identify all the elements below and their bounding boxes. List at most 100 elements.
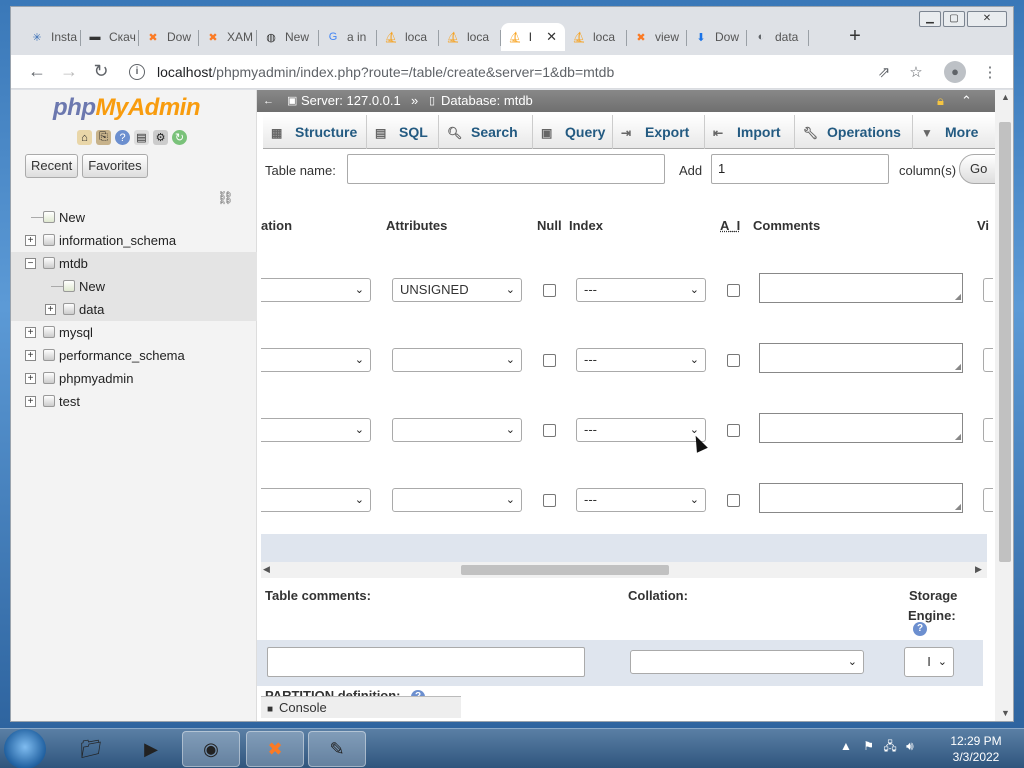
auto-increment-checkbox[interactable] [727, 354, 740, 367]
expand-icon[interactable]: + [25, 350, 36, 361]
auto-increment-checkbox[interactable] [727, 494, 740, 507]
go-button[interactable]: Go [959, 154, 999, 184]
explorer-taskbar-icon[interactable]: 📁︎ [62, 731, 120, 767]
lock-icon[interactable]: 🔒︎ [937, 90, 944, 112]
tab-6[interactable]: ⛵︎ loca [377, 23, 439, 51]
comments-textarea[interactable]: ◢ [759, 273, 963, 303]
notepad-taskbar-icon[interactable]: ✎ [308, 731, 366, 767]
null-checkbox[interactable] [543, 494, 556, 507]
vertical-scrollbar[interactable]: ▲ ▼ [995, 90, 1013, 721]
profile-avatar[interactable]: ● [944, 61, 966, 83]
attribute-select[interactable]: UNSIGNED ⌄ [392, 278, 522, 302]
null-checkbox[interactable] [543, 354, 556, 367]
flag-icon[interactable]: ⚑ [863, 739, 874, 753]
media-player-taskbar-icon[interactable]: ▶ [122, 731, 180, 767]
forward-icon[interactable]: → [57, 61, 81, 82]
xampp-taskbar-icon[interactable]: ✖ [246, 731, 304, 767]
storage-engine-select[interactable]: I ⌄ [904, 647, 954, 677]
favorites-button[interactable]: Favorites [82, 154, 148, 178]
null-checkbox[interactable] [543, 424, 556, 437]
expand-icon[interactable]: + [25, 235, 36, 246]
chrome-taskbar-icon[interactable]: ◉ [182, 731, 240, 767]
collation-select[interactable]: ⌄ [261, 348, 371, 372]
tab-3[interactable]: ✖ XAM [199, 23, 257, 51]
tab-12[interactable]: ◐ data [747, 23, 809, 51]
clock[interactable]: 12:29 PM 3/3/2022 [938, 733, 1014, 765]
tab-11[interactable]: ⬇ Dow [687, 23, 747, 51]
maximize-button[interactable]: ▢ [943, 11, 965, 27]
attribute-select[interactable]: ⌄ [392, 418, 522, 442]
tree-item-performance-schema[interactable]: + performance_schema [11, 344, 257, 367]
volume-icon[interactable]: 🔊︎ [906, 739, 914, 753]
refresh-icon[interactable]: ↻ [172, 130, 187, 145]
close-tab-icon[interactable]: ✕ [546, 29, 557, 45]
tree-item-mysql[interactable]: + mysql [11, 321, 257, 344]
expand-icon[interactable]: + [25, 396, 36, 407]
vertical-scroll-thumb[interactable] [999, 122, 1011, 562]
menu-dots-icon[interactable]: ⋮ [979, 63, 1001, 81]
tree-item-label[interactable]: New [79, 275, 105, 298]
attribute-select[interactable]: ⌄ [392, 348, 522, 372]
null-checkbox[interactable] [543, 284, 556, 297]
table-name-input[interactable] [347, 154, 665, 184]
tree-item-label[interactable]: data [79, 298, 104, 321]
tab-export[interactable]: ⇥ Export [613, 115, 705, 149]
comments-textarea[interactable]: ◢ [759, 343, 963, 373]
docs-icon[interactable]: ▤ [134, 130, 149, 145]
auto-increment-checkbox[interactable] [727, 424, 740, 437]
phpmyadmin-logo[interactable]: phpMyAdmin [53, 94, 200, 122]
index-select[interactable]: --- ⌄ [576, 418, 706, 442]
share-icon[interactable]: ⇗ [873, 63, 895, 81]
tab-structure[interactable]: ▦ Structure [263, 115, 367, 149]
bookmark-star-icon[interactable]: ☆ [905, 63, 927, 81]
tab-4[interactable]: ◍ New [257, 23, 319, 51]
back-icon[interactable]: ← [25, 61, 49, 82]
breadcrumb-database[interactable]: Database: mtdb [441, 90, 533, 112]
tab-more[interactable]: ▼ More [913, 115, 995, 149]
tab-2[interactable]: ✖ Dow [139, 23, 199, 51]
tab-7[interactable]: ⛵︎ loca [439, 23, 501, 51]
tree-item-label[interactable]: mysql [59, 321, 93, 344]
home-icon[interactable]: ⌂ [77, 130, 92, 145]
minimize-button[interactable]: ▁ [919, 11, 941, 27]
collation-select[interactable]: ⌄ [630, 650, 864, 674]
settings-gear-icon[interactable]: ⚙ [153, 130, 168, 145]
tab-9[interactable]: ⛵︎ loca [565, 23, 627, 51]
collapse-top-icon[interactable]: ⌃ [961, 90, 972, 112]
start-button[interactable] [4, 729, 46, 768]
collapse-arrow-icon[interactable]: ← [263, 90, 274, 112]
index-select[interactable]: --- ⌄ [576, 278, 706, 302]
virtuality-select[interactable] [983, 348, 993, 372]
expand-icon[interactable]: + [45, 304, 56, 315]
tree-item-new[interactable]: New [11, 275, 257, 298]
table-comments-input[interactable] [267, 647, 585, 677]
tab-8[interactable]: ⛵︎ l ✕ [501, 23, 565, 51]
comments-textarea[interactable]: ◢ [759, 483, 963, 513]
network-icon[interactable]: 🖧︎ [883, 739, 896, 753]
help-icon[interactable]: ? [115, 130, 130, 145]
tree-item-label[interactable]: mtdb [59, 252, 88, 275]
recent-button[interactable]: Recent [25, 154, 79, 178]
tree-item-label[interactable]: New [59, 206, 85, 229]
tree-item-test[interactable]: + test [11, 390, 257, 413]
tab-operations[interactable]: 🔧︎ Operations [795, 115, 913, 149]
tab-5[interactable]: Ga in [319, 23, 377, 51]
auto-increment-checkbox[interactable] [727, 284, 740, 297]
virtuality-select[interactable] [983, 418, 993, 442]
logout-icon[interactable]: ⎘ [96, 130, 111, 145]
close-window-button[interactable]: ✕ [967, 11, 1007, 27]
tab-sql[interactable]: ▤ SQL [367, 115, 439, 149]
collation-select[interactable]: ⌄ [261, 278, 371, 302]
tab-import[interactable]: ⇤ Import [705, 115, 795, 149]
storage-help-icon[interactable]: ? [913, 622, 927, 636]
tree-item-phpmyadmin[interactable]: + phpmyadmin [11, 367, 257, 390]
virtuality-select[interactable] [983, 488, 993, 512]
index-select[interactable]: --- ⌄ [576, 488, 706, 512]
tree-item-information-schema[interactable]: + information_schema [11, 229, 257, 252]
reload-icon[interactable]: ↻ [89, 61, 113, 82]
tree-item-mtdb[interactable]: − mtdb [11, 252, 257, 275]
virtuality-select[interactable] [983, 278, 993, 302]
comments-textarea[interactable]: ◢ [759, 413, 963, 443]
add-columns-input[interactable]: 1 [711, 154, 889, 184]
site-info-icon[interactable]: i [129, 64, 145, 80]
